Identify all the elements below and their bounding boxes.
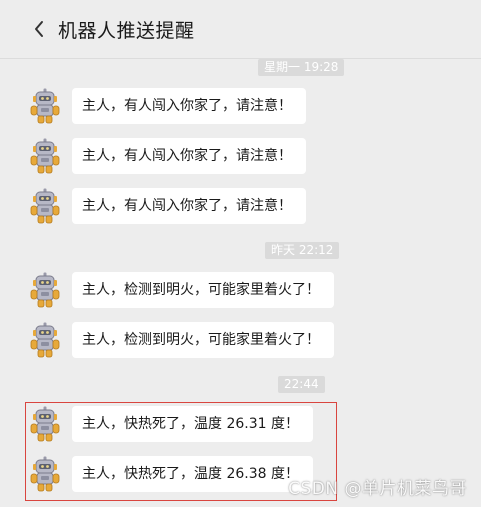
message-bubble[interactable]: 主人，有人闯入你家了，请注意！ — [72, 188, 306, 224]
robot-icon[interactable] — [28, 322, 62, 358]
robot-icon[interactable] — [28, 138, 62, 174]
timestamp: 昨天 22:12 — [265, 242, 340, 259]
robot-icon[interactable] — [28, 272, 62, 308]
message-bubble[interactable]: 主人，检测到明火，可能家里着火了！ — [72, 272, 334, 308]
message-bubble[interactable]: 主人，有人闯入你家了，请注意！ — [72, 88, 306, 124]
message-bubble[interactable]: 主人，有人闯入你家了，请注意！ — [72, 138, 306, 174]
message-row: 主人，有人闯入你家了，请注意！ — [28, 87, 306, 125]
timestamp: 星期一 19:28 — [258, 59, 345, 76]
message-row: 主人，检测到明火，可能家里着火了！ — [28, 271, 334, 309]
chat-header: 机器人推送提醒 — [0, 0, 481, 59]
message-row: 主人，检测到明火，可能家里着火了！ — [28, 321, 334, 359]
watermark: CSDN @单片机菜鸟哥 — [288, 479, 467, 499]
chevron-left-icon — [35, 21, 43, 37]
back-button[interactable] — [24, 14, 54, 44]
message-row: 主人，有人闯入你家了，请注意！ — [28, 137, 306, 175]
chat-area[interactable]: 星期一 19:28 主人，有人闯入你家了，请注意！ 主人，有人闯入你家了，请注意… — [0, 59, 481, 507]
message-bubble[interactable]: 主人，检测到明火，可能家里着火了！ — [72, 322, 334, 358]
page-title: 机器人推送提醒 — [58, 19, 195, 42]
robot-icon[interactable] — [28, 188, 62, 224]
timestamp: 22:44 — [278, 376, 325, 393]
message-row: 主人，有人闯入你家了，请注意！ — [28, 187, 306, 225]
robot-icon[interactable] — [28, 88, 62, 124]
